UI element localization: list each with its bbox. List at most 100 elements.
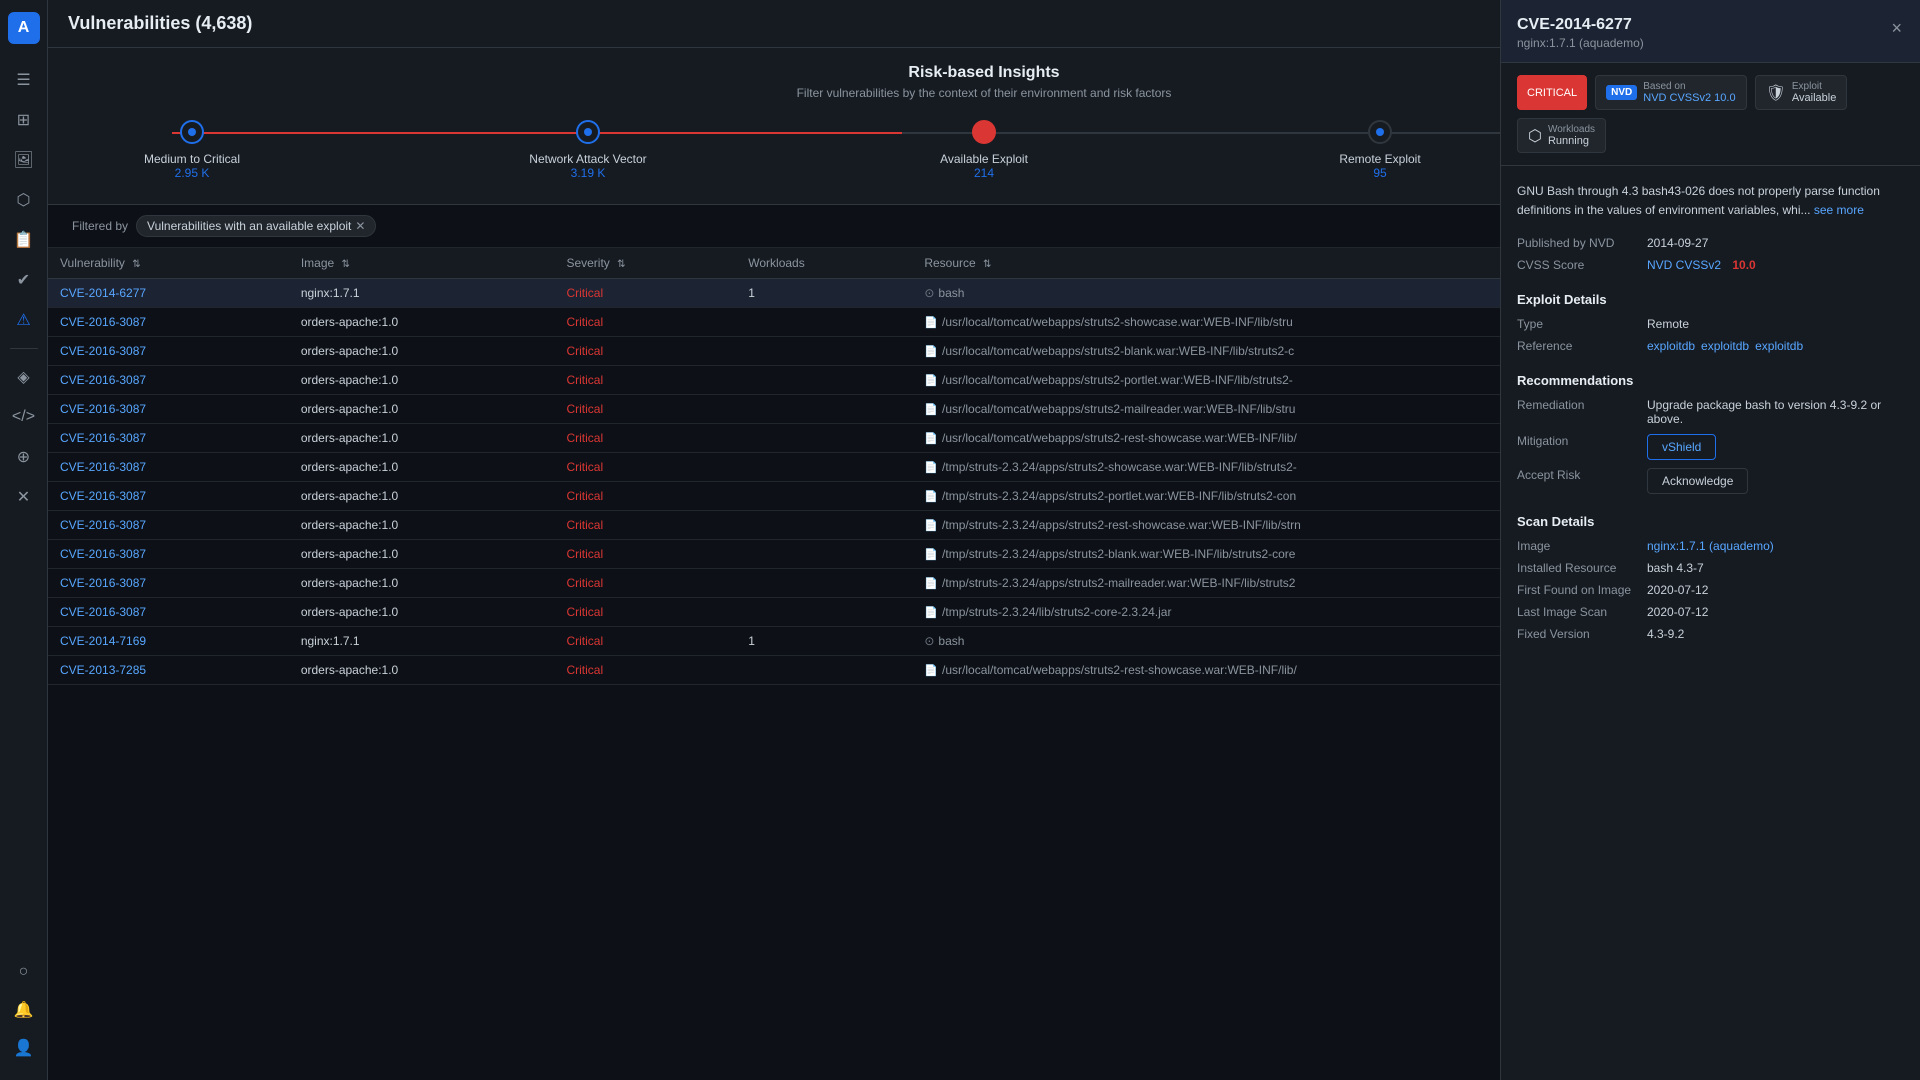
sidebar-item-network[interactable]: ◈: [6, 359, 42, 395]
cell-vulnerability[interactable]: CVE-2016-3087: [48, 308, 289, 337]
sidebar-item-bell[interactable]: 🔔: [6, 992, 42, 1028]
sidebar-item-dashboard[interactable]: ⊞: [6, 102, 42, 138]
bash-icon: ⊙: [924, 286, 934, 300]
nvd-logo: NVD: [1606, 85, 1637, 100]
resource-text: bash: [938, 634, 964, 648]
file-icon: 📄: [924, 461, 938, 474]
accept-risk-row: Accept Risk Acknowledge: [1517, 468, 1904, 494]
exploitdb-link-3[interactable]: exploitdb: [1755, 339, 1803, 353]
col-image[interactable]: Image ⇅: [289, 248, 555, 279]
cell-image: orders-apache:1.0: [289, 308, 555, 337]
cell-vulnerability[interactable]: CVE-2016-3087: [48, 482, 289, 511]
step-label-4: Remote Exploit: [1339, 152, 1420, 166]
cell-workloads: [736, 511, 912, 540]
cell-vulnerability[interactable]: CVE-2014-6277: [48, 279, 289, 308]
cell-vulnerability[interactable]: CVE-2014-7169: [48, 627, 289, 656]
filter-label: Filtered by: [72, 219, 128, 233]
filter-tag[interactable]: Vulnerabilities with an available exploi…: [136, 215, 376, 237]
fixed-version-label: Fixed Version: [1517, 627, 1647, 641]
remediation-row: Remediation Upgrade package bash to vers…: [1517, 398, 1904, 426]
resource-text: bash: [938, 286, 964, 300]
sidebar-item-menu[interactable]: ☰: [6, 62, 42, 98]
cell-vulnerability[interactable]: CVE-2016-3087: [48, 337, 289, 366]
workloads-label-line1: Workloads: [1548, 124, 1595, 135]
cell-vulnerability[interactable]: CVE-2016-3087: [48, 395, 289, 424]
cell-vulnerability[interactable]: CVE-2016-3087: [48, 569, 289, 598]
file-icon: 📄: [924, 606, 938, 619]
scan-image-link[interactable]: nginx:1.7.1 (aquademo): [1647, 539, 1774, 553]
cell-vulnerability[interactable]: CVE-2016-3087: [48, 453, 289, 482]
cell-workloads: [736, 453, 912, 482]
badge-workloads: ⬡ Workloads Running: [1517, 118, 1606, 153]
cell-vulnerability[interactable]: CVE-2013-7285: [48, 656, 289, 685]
workloads-label-line2: Running: [1548, 135, 1595, 147]
filter-tag-remove[interactable]: ✕: [355, 219, 365, 233]
installed-resource-label: Installed Resource: [1517, 561, 1647, 575]
badge-exploit: 🛡 Exploit Available: [1755, 75, 1848, 110]
sidebar-item-integrations[interactable]: ⊕: [6, 439, 42, 475]
sidebar-item-images[interactable]: 🖼: [6, 142, 42, 178]
sidebar-item-policies[interactable]: 📋: [6, 222, 42, 258]
see-more-link[interactable]: see more: [1814, 203, 1864, 217]
cell-severity: Critical: [554, 569, 736, 598]
step-medium-to-critical[interactable]: Medium to Critical 2.95 K: [132, 120, 252, 180]
cell-vulnerability[interactable]: CVE-2016-3087: [48, 511, 289, 540]
file-icon: 📄: [924, 548, 938, 561]
installed-resource-row: Installed Resource bash 4.3-7: [1517, 561, 1904, 575]
file-icon: 📄: [924, 374, 938, 387]
exploit-reference-value: exploitdb exploitdb exploitdb: [1647, 339, 1904, 353]
cell-vulnerability[interactable]: CVE-2016-3087: [48, 540, 289, 569]
cell-vulnerability[interactable]: CVE-2016-3087: [48, 598, 289, 627]
sidebar-item-vulnerabilities[interactable]: ⚠: [6, 302, 42, 338]
accept-risk-value: Acknowledge: [1647, 468, 1904, 494]
sidebar-logo: A: [8, 12, 40, 44]
sidebar-item-alerts[interactable]: ✕: [6, 479, 42, 515]
file-icon: 📄: [924, 345, 938, 358]
col-severity[interactable]: Severity ⇅: [554, 248, 736, 279]
resource-text: /usr/local/tomcat/webapps/struts2-showca…: [942, 315, 1293, 329]
cell-vulnerability[interactable]: CVE-2016-3087: [48, 424, 289, 453]
scan-image-label: Image: [1517, 539, 1647, 553]
sidebar-item-user[interactable]: 👤: [6, 1030, 42, 1066]
cvss-nvd-link[interactable]: NVD CVSSv2: [1647, 258, 1721, 272]
cell-workloads: [736, 598, 912, 627]
sidebar-item-compliance[interactable]: ✔: [6, 262, 42, 298]
installed-resource-value: bash 4.3-7: [1647, 561, 1904, 575]
step-remote-exploit[interactable]: Remote Exploit 95: [1320, 120, 1440, 180]
published-label: Published by NVD: [1517, 236, 1647, 250]
sidebar-item-user-circle[interactable]: ○: [6, 954, 42, 990]
step-circle-4: [1368, 120, 1392, 144]
detail-image-name: nginx:1.7.1 (aquademo): [1517, 36, 1644, 50]
sidebar-item-code[interactable]: </>: [6, 399, 42, 435]
col-vulnerability[interactable]: Vulnerability ⇅: [48, 248, 289, 279]
cell-severity: Critical: [554, 308, 736, 337]
cell-vulnerability[interactable]: CVE-2016-3087: [48, 366, 289, 395]
cell-severity: Critical: [554, 424, 736, 453]
cell-image: orders-apache:1.0: [289, 337, 555, 366]
cell-image: orders-apache:1.0: [289, 482, 555, 511]
mitigation-row: Mitigation vShield: [1517, 434, 1904, 460]
scan-image-value: nginx:1.7.1 (aquademo): [1647, 539, 1904, 553]
step-network-attack[interactable]: Network Attack Vector 3.19 K: [528, 120, 648, 180]
sort-vulnerability-icon: ⇅: [132, 259, 140, 270]
workloads-icon: ⬡: [1528, 126, 1542, 146]
cvss-value: NVD CVSSv2 10.0: [1647, 258, 1904, 272]
sort-image-icon: ⇅: [342, 259, 350, 270]
step-circle-inner-1: [188, 128, 196, 136]
exploitdb-link-1[interactable]: exploitdb: [1647, 339, 1695, 353]
mitigation-label: Mitigation: [1517, 434, 1647, 448]
published-value: 2014-09-27: [1647, 236, 1904, 250]
scan-image-row: Image nginx:1.7.1 (aquademo): [1517, 539, 1904, 553]
acknowledge-button[interactable]: Acknowledge: [1647, 468, 1748, 494]
cell-workloads: [736, 366, 912, 395]
exploitdb-link-2[interactable]: exploitdb: [1701, 339, 1749, 353]
vshield-button[interactable]: vShield: [1647, 434, 1716, 460]
cell-workloads: [736, 337, 912, 366]
exploit-details-section: Exploit Details Type Remote Reference ex…: [1517, 292, 1904, 353]
published-row: Published by NVD 2014-09-27: [1517, 236, 1904, 250]
exploit-type-row: Type Remote: [1517, 317, 1904, 331]
step-available-exploit[interactable]: Available Exploit 214: [924, 120, 1044, 180]
cell-severity: Critical: [554, 279, 736, 308]
detail-close-button[interactable]: ×: [1889, 16, 1904, 41]
sidebar-item-workloads[interactable]: ⬡: [6, 182, 42, 218]
